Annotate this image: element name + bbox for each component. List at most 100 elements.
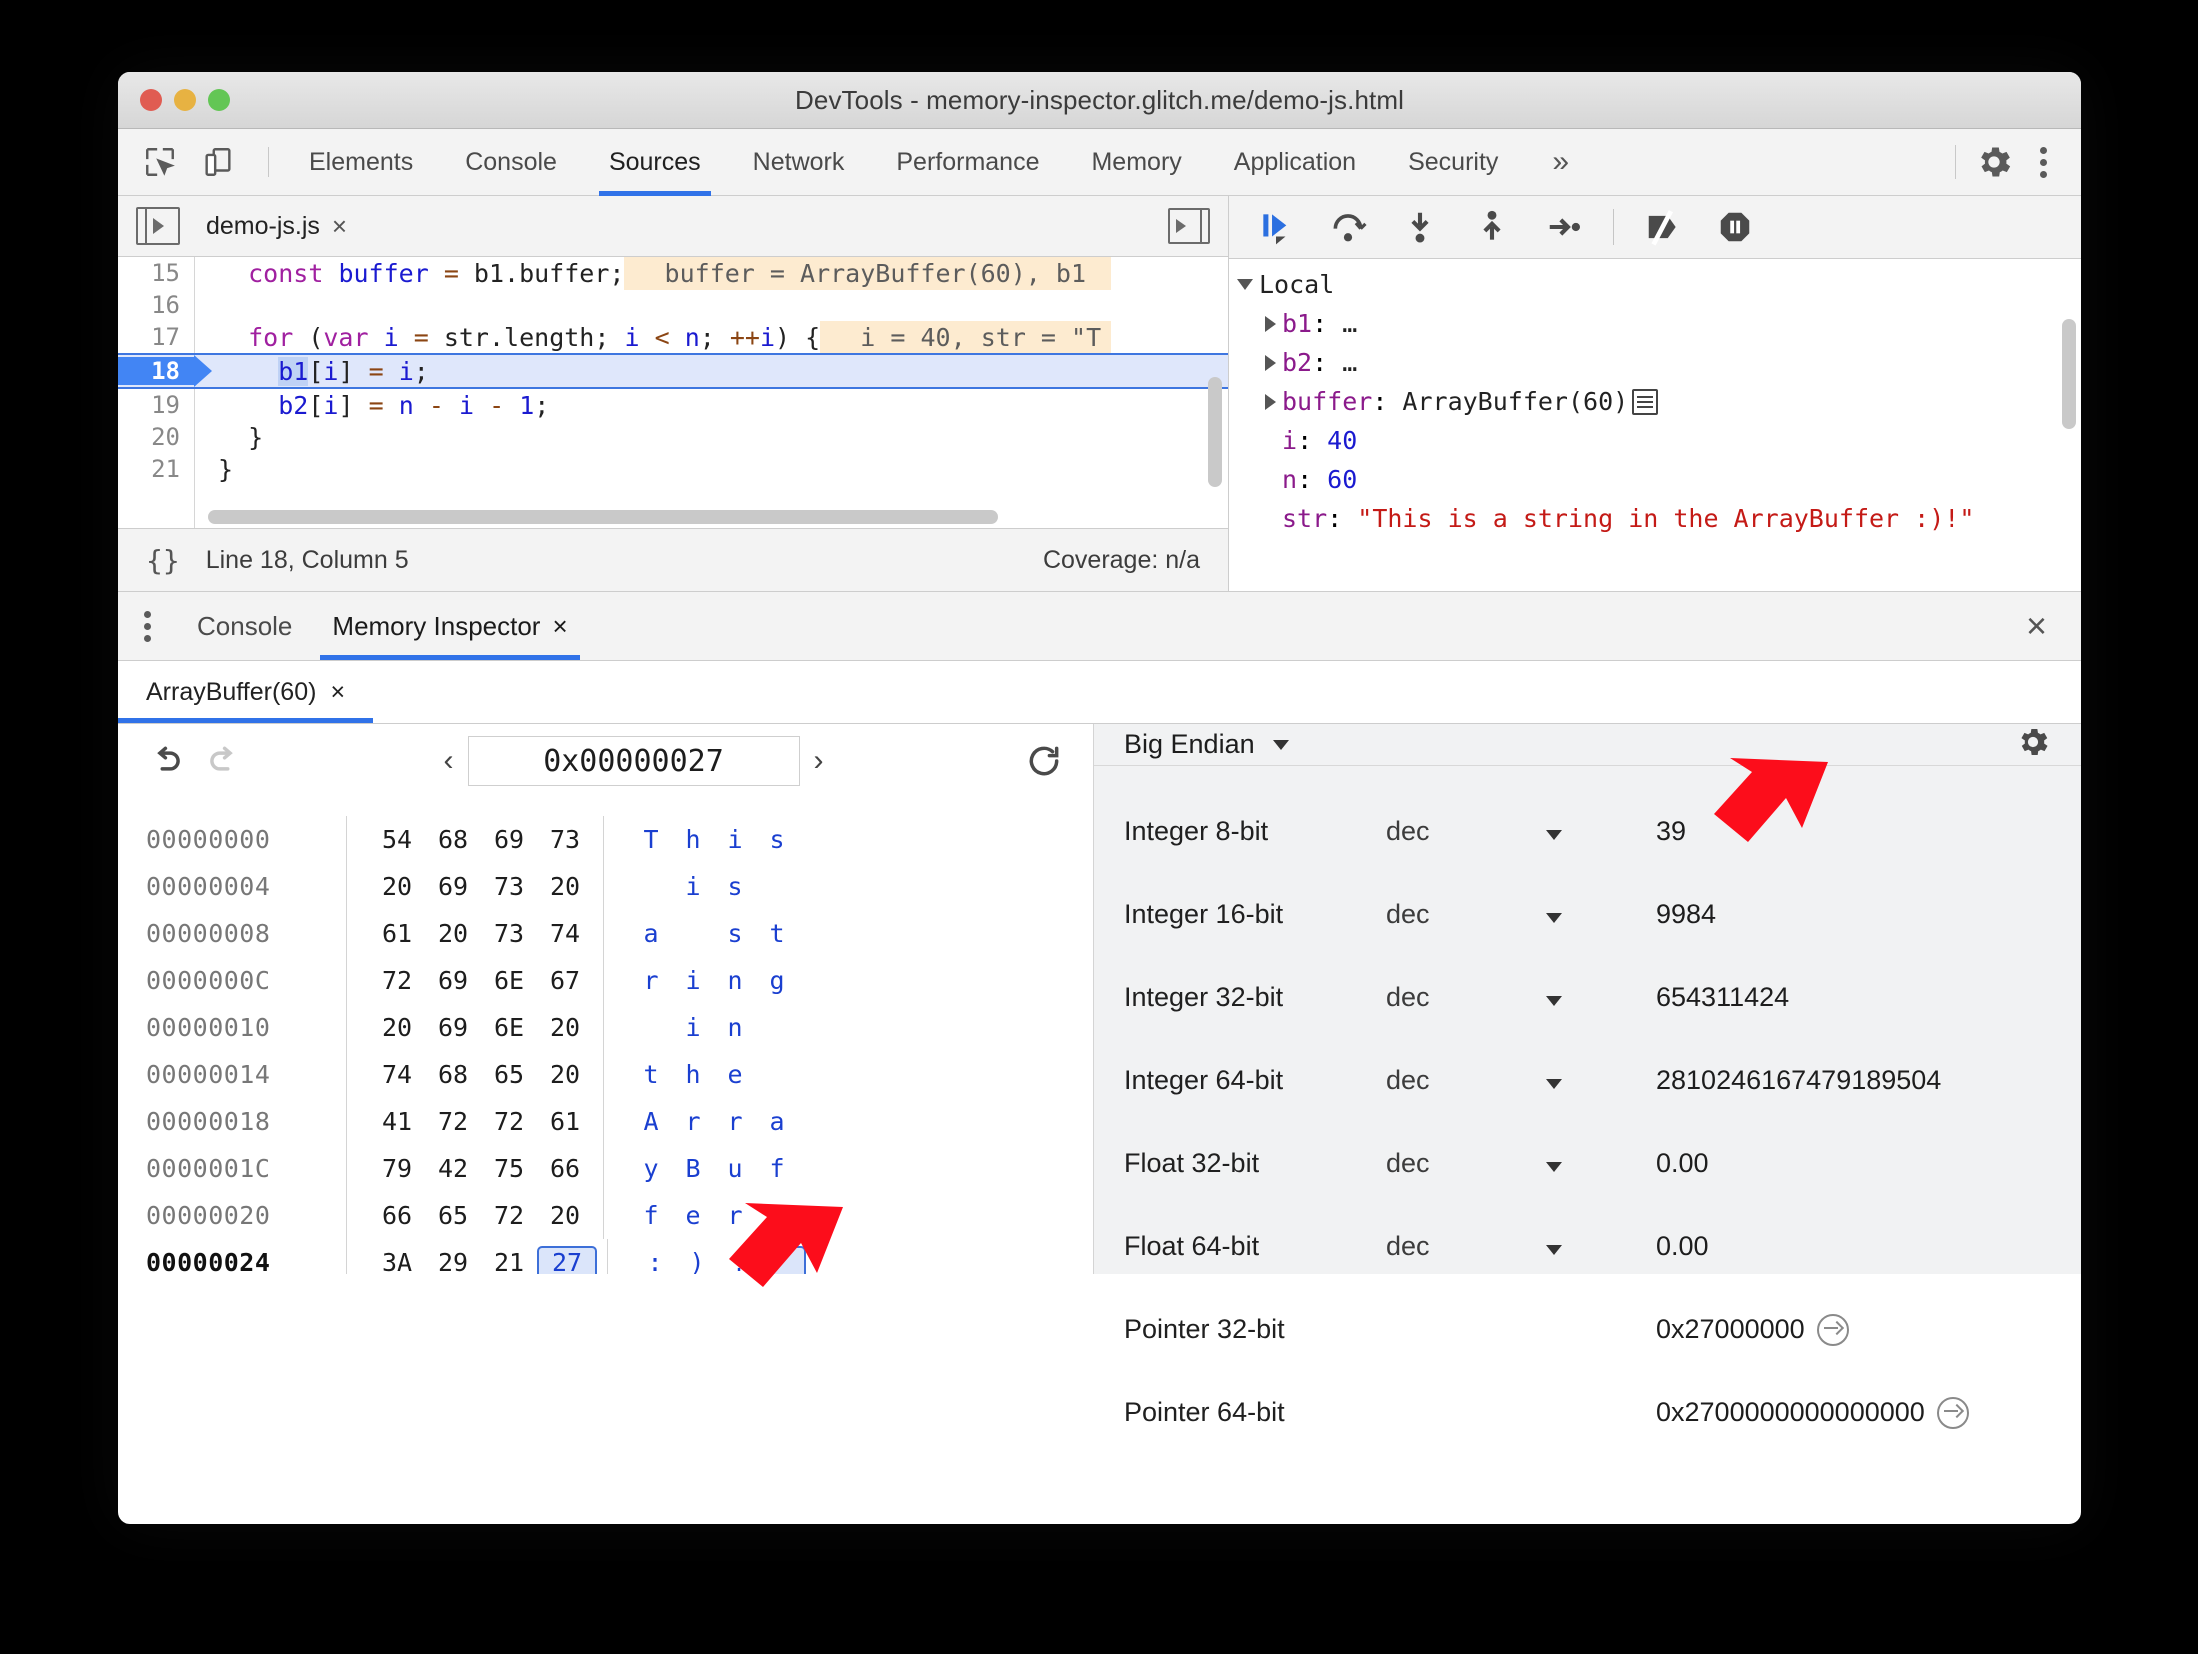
hex-byte[interactable]: 20: [425, 917, 481, 950]
drawer-menu-icon[interactable]: [118, 610, 177, 642]
code-editor[interactable]: 15 const buffer = b1.buffer; buffer = Ar…: [118, 257, 1228, 528]
scope-variable-row[interactable]: i: 40: [1229, 421, 2081, 460]
hex-row[interactable]: 0000001C 79 42 75 66 y Bu f: [146, 1145, 1093, 1192]
chevron-down-icon[interactable]: [1546, 982, 1656, 1013]
line-number[interactable]: 15: [118, 259, 194, 287]
ascii-char[interactable]: h: [672, 1058, 714, 1091]
hex-byte[interactable]: 29: [425, 1246, 481, 1274]
inspect-element-icon[interactable]: [138, 140, 182, 184]
address-input[interactable]: 0x00000027: [467, 736, 800, 786]
value-mode-label[interactable]: dec: [1386, 899, 1546, 930]
ascii-char[interactable]: t: [756, 917, 798, 950]
tab-performance[interactable]: Performance: [870, 129, 1065, 195]
hex-byte[interactable]: 21: [481, 1246, 537, 1274]
code-line[interactable]: 20 }: [118, 421, 1228, 453]
ascii-char[interactable]: s: [714, 917, 756, 950]
ascii-char[interactable]: i: [672, 1011, 714, 1044]
chevron-right-icon[interactable]: [1265, 315, 1276, 332]
ascii-char[interactable]: h: [672, 823, 714, 856]
ascii-char[interactable]: :: [634, 1246, 676, 1274]
chevron-right-icon[interactable]: [1265, 354, 1276, 371]
line-number[interactable]: 21: [118, 455, 194, 483]
ascii-char[interactable]: s: [756, 823, 798, 856]
hex-row[interactable]: 00000008 61 20 73 74 a st: [146, 910, 1093, 957]
hex-byte[interactable]: 20: [537, 1011, 593, 1044]
hex-byte[interactable]: 69: [425, 964, 481, 997]
tab-console[interactable]: Console: [439, 129, 583, 195]
hex-byte[interactable]: 69: [481, 823, 537, 856]
ascii-char[interactable]: T: [630, 823, 672, 856]
line-number[interactable]: 20: [118, 423, 194, 451]
ascii-char[interactable]: ): [676, 1246, 718, 1274]
jump-to-address-icon[interactable]: [1936, 1396, 1969, 1429]
drawer-tab-console[interactable]: Console: [177, 592, 312, 660]
refresh-icon[interactable]: [1025, 742, 1063, 780]
step-out-of-current-function-icon[interactable]: [1469, 206, 1515, 248]
hex-byte[interactable]: 65: [481, 1058, 537, 1091]
hex-byte[interactable]: 73: [537, 823, 593, 856]
hex-row[interactable]: 00000004 20 69 73 20 is: [146, 863, 1093, 910]
tab-security[interactable]: Security: [1382, 129, 1524, 195]
ascii-char[interactable]: r: [714, 1105, 756, 1138]
buffer-tab-arraybuffer[interactable]: ArrayBuffer(60) ×: [118, 661, 374, 723]
ascii-char-selected[interactable]: ': [760, 1246, 806, 1274]
code-line[interactable]: 21}: [118, 453, 1228, 485]
endianness-select[interactable]: Big Endian: [1124, 729, 1289, 760]
value-mode-label[interactable]: dec: [1386, 1231, 1546, 1262]
value-mode-label[interactable]: dec: [1386, 1065, 1546, 1096]
hex-byte[interactable]: 75: [481, 1152, 537, 1185]
memory-chip-icon[interactable]: [1632, 388, 1659, 415]
close-icon[interactable]: ×: [330, 678, 345, 707]
hex-byte-selected[interactable]: 27: [537, 1246, 597, 1274]
ascii-char[interactable]: f: [756, 1152, 798, 1185]
hex-byte[interactable]: 41: [369, 1105, 425, 1138]
chevron-down-icon[interactable]: [1546, 1148, 1656, 1179]
drawer-tab-memory-inspector[interactable]: Memory Inspector ×: [312, 592, 587, 660]
ascii-char[interactable]: r: [630, 964, 672, 997]
step-over-next-function-call-icon[interactable]: [1325, 206, 1371, 248]
resume-script-execution-icon[interactable]: [1253, 206, 1299, 248]
ascii-char[interactable]: r: [672, 1105, 714, 1138]
ascii-char[interactable]: [630, 870, 672, 903]
hex-byte[interactable]: 73: [481, 917, 537, 950]
close-drawer-icon[interactable]: ×: [2026, 608, 2047, 644]
deactivate-breakpoints-icon[interactable]: [1640, 206, 1686, 248]
hex-byte[interactable]: 69: [425, 1011, 481, 1044]
undo-icon[interactable]: [148, 742, 186, 780]
hex-byte[interactable]: 69: [425, 870, 481, 903]
minimize-window-button[interactable]: [174, 89, 196, 111]
ascii-char[interactable]: n: [714, 1011, 756, 1044]
hex-byte[interactable]: 66: [369, 1199, 425, 1232]
hex-row[interactable]: 0000000C 72 69 6E 67 r i n g: [146, 957, 1093, 1004]
hex-byte[interactable]: 6E: [481, 1011, 537, 1044]
chevron-down-icon[interactable]: [1546, 899, 1656, 930]
hex-row[interactable]: 00000014 74 68 65 20 t h e: [146, 1051, 1093, 1098]
tab-sources[interactable]: Sources: [583, 129, 727, 196]
more-tabs-icon[interactable]: »: [1524, 129, 1597, 195]
ascii-char[interactable]: n: [714, 964, 756, 997]
ascii-char[interactable]: [672, 917, 714, 950]
hex-byte[interactable]: 6E: [481, 964, 537, 997]
scope-variable-row[interactable]: n: 60: [1229, 460, 2081, 499]
hex-dump[interactable]: 00000000 54 68 69 73 Th i s 00000004 20 69 73 20 is …: [118, 798, 1093, 1274]
tab-network[interactable]: Network: [727, 129, 871, 195]
kebab-menu-icon[interactable]: [2022, 146, 2065, 178]
ascii-char[interactable]: g: [756, 964, 798, 997]
code-line[interactable]: 15 const buffer = b1.buffer; buffer = Ar…: [118, 257, 1228, 290]
close-icon[interactable]: ×: [552, 611, 567, 642]
hex-byte[interactable]: 61: [369, 917, 425, 950]
scope-variable-row[interactable]: b1: …: [1229, 304, 2081, 343]
hex-byte[interactable]: 74: [537, 917, 593, 950]
hex-byte[interactable]: 68: [425, 823, 481, 856]
hex-row[interactable]: 00000000 54 68 69 73 Th i s: [146, 816, 1093, 863]
code-line[interactable]: 17 for (var i = str.length; i < n; ++i) …: [118, 320, 1228, 354]
hex-row[interactable]: 00000010 20 69 6E 20 in: [146, 1004, 1093, 1051]
editor-horizontal-scrollbar[interactable]: [208, 510, 998, 524]
ascii-char[interactable]: [756, 1199, 798, 1232]
code-line[interactable]: 16: [118, 289, 1228, 321]
value-inspector-settings-icon[interactable]: [2015, 724, 2051, 765]
tab-memory[interactable]: Memory: [1065, 129, 1207, 195]
ascii-char[interactable]: A: [630, 1105, 672, 1138]
hex-byte[interactable]: 74: [369, 1058, 425, 1091]
step-icon[interactable]: [1541, 206, 1587, 248]
